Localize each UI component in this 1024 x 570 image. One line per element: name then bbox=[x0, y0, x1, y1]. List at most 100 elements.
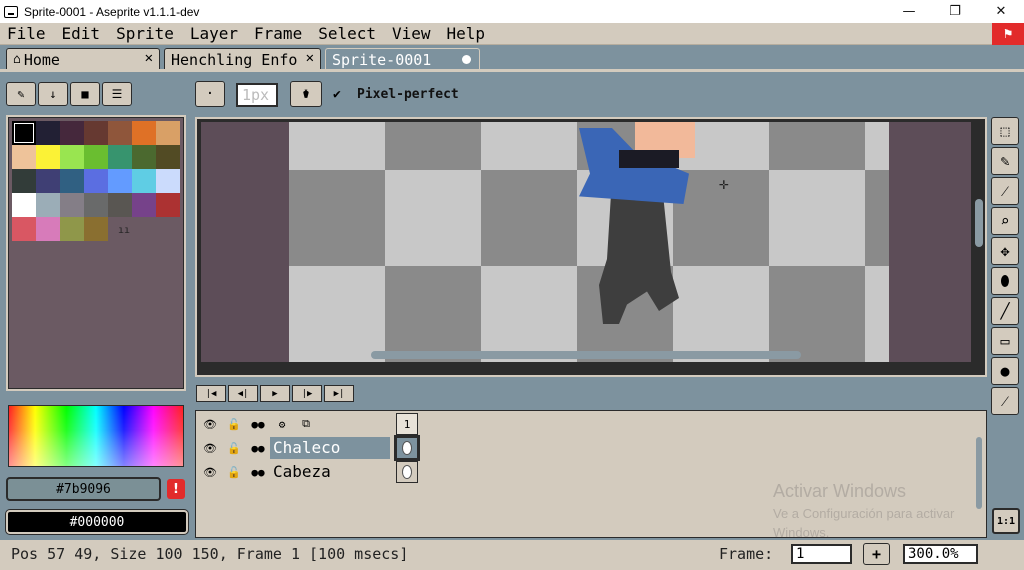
timeline-scrollbar[interactable] bbox=[976, 437, 982, 509]
line-tool[interactable]: ╱ bbox=[991, 297, 1019, 325]
canvas-area[interactable]: ✛ bbox=[201, 122, 971, 362]
lock-icon[interactable]: 🔓 bbox=[222, 413, 246, 435]
edit-palette-button[interactable]: ✎ bbox=[6, 82, 36, 106]
palette-swatch[interactable] bbox=[84, 169, 108, 193]
sort-palette-button[interactable]: ↓ bbox=[38, 82, 68, 106]
sprite-editor[interactable]: ✛ bbox=[195, 117, 987, 377]
palette-swatch[interactable] bbox=[60, 217, 84, 241]
menu-sprite[interactable]: Sprite bbox=[108, 24, 182, 43]
palette-swatch[interactable] bbox=[60, 121, 84, 145]
one-to-one-button[interactable]: 1:1 bbox=[992, 508, 1020, 534]
horizontal-scrollbar[interactable] bbox=[371, 351, 801, 359]
color-spectrum[interactable] bbox=[8, 405, 184, 467]
foreground-color[interactable]: #7b9096 bbox=[6, 477, 161, 501]
new-frame-button[interactable]: + bbox=[863, 543, 890, 565]
palette-swatch[interactable] bbox=[36, 121, 60, 145]
zoom-tool[interactable]: ⌕ bbox=[991, 207, 1019, 235]
last-frame-button[interactable]: ▶| bbox=[324, 385, 354, 402]
ink-button[interactable]: ⚱ bbox=[290, 81, 322, 107]
fill-tool[interactable]: ⬮ bbox=[991, 267, 1019, 295]
gear-icon[interactable]: ⚙ bbox=[270, 413, 294, 435]
cel-chaleco-1[interactable] bbox=[394, 435, 420, 461]
layer-lock-icon[interactable]: 🔓 bbox=[222, 437, 246, 459]
blur-tool[interactable]: ● bbox=[991, 357, 1019, 385]
menu-edit[interactable]: Edit bbox=[54, 24, 109, 43]
menu-view[interactable]: View bbox=[384, 24, 439, 43]
background-color[interactable]: #000000 bbox=[6, 510, 188, 534]
palette-swatch[interactable] bbox=[36, 217, 60, 241]
move-tool[interactable]: ✥ bbox=[991, 237, 1019, 265]
palette-swatch[interactable] bbox=[60, 169, 84, 193]
menu-layer[interactable]: Layer bbox=[182, 24, 246, 43]
palette-swatch[interactable] bbox=[108, 193, 132, 217]
layer-continuous-icon[interactable]: ●● bbox=[246, 437, 270, 459]
palette-swatch[interactable] bbox=[84, 193, 108, 217]
palette-swatch[interactable] bbox=[12, 145, 36, 169]
menu-help[interactable]: Help bbox=[439, 24, 494, 43]
palette-swatch[interactable] bbox=[12, 121, 36, 145]
palette-swatch[interactable] bbox=[132, 169, 156, 193]
palette-swatch[interactable] bbox=[132, 193, 156, 217]
zoom-input[interactable]: 300.0% bbox=[903, 544, 978, 564]
marquee-tool[interactable]: ⬚ bbox=[991, 117, 1019, 145]
palette-swatch[interactable] bbox=[132, 145, 156, 169]
play-button[interactable]: ▶ bbox=[260, 385, 290, 402]
layer-row-chaleco[interactable]: 👁 🔓 ●● Chaleco bbox=[198, 436, 390, 460]
layer-row-cabeza[interactable]: 👁 🔓 ●● Cabeza bbox=[198, 460, 390, 484]
palette-swatch[interactable] bbox=[84, 145, 108, 169]
options-button[interactable]: ☰ bbox=[102, 82, 132, 106]
tab-henchling[interactable]: Henchling Enfo ✕ bbox=[164, 48, 321, 70]
prev-frame-button[interactable]: ◀| bbox=[228, 385, 258, 402]
layer-continuous-icon[interactable]: ●● bbox=[246, 461, 270, 483]
layer-name[interactable]: Chaleco bbox=[270, 437, 390, 459]
palette-swatch[interactable] bbox=[36, 169, 60, 193]
pencil-tool[interactable]: ✎ bbox=[991, 147, 1019, 175]
frame-input[interactable]: 1 bbox=[791, 544, 852, 564]
warning-icon[interactable]: ! bbox=[167, 479, 185, 499]
vertical-scrollbar[interactable] bbox=[975, 199, 983, 247]
layer-name[interactable]: Cabeza bbox=[270, 461, 390, 483]
palette-swatch[interactable] bbox=[12, 193, 36, 217]
brush-type-button[interactable]: · bbox=[195, 81, 225, 107]
palette-swatch[interactable] bbox=[60, 145, 84, 169]
onion-skin-icon[interactable]: ⧉ bbox=[294, 413, 318, 435]
palette-swatch[interactable] bbox=[60, 193, 84, 217]
layer-visibility-icon[interactable]: 👁 bbox=[198, 461, 222, 483]
tab-home-close-icon[interactable]: ✕ bbox=[145, 50, 153, 66]
cel-cabeza-1[interactable] bbox=[396, 461, 418, 483]
unsaved-dot-icon[interactable] bbox=[462, 55, 471, 64]
menu-file[interactable]: File bbox=[0, 24, 54, 43]
menu-select[interactable]: Select bbox=[310, 24, 384, 43]
pixel-perfect-checkbox[interactable]: ✔ bbox=[333, 87, 341, 102]
presets-button[interactable]: ■ bbox=[70, 82, 100, 106]
rectangle-tool[interactable]: ▭ bbox=[991, 327, 1019, 355]
palette-swatch[interactable] bbox=[156, 169, 180, 193]
maximize-button[interactable]: ❐ bbox=[932, 0, 978, 23]
palette-resize-icon[interactable]: ıı bbox=[118, 225, 130, 236]
layer-lock-icon[interactable]: 🔓 bbox=[222, 461, 246, 483]
palette-swatch[interactable] bbox=[108, 121, 132, 145]
palette-swatch[interactable] bbox=[108, 145, 132, 169]
palette-swatch[interactable] bbox=[36, 145, 60, 169]
canvas-checkerboard[interactable]: ✛ bbox=[289, 122, 889, 362]
next-frame-button[interactable]: |▶ bbox=[292, 385, 322, 402]
tab-henchling-close-icon[interactable]: ✕ bbox=[306, 50, 314, 66]
layer-visibility-icon[interactable]: 👁 bbox=[198, 437, 222, 459]
spray-tool[interactable]: ⁄ bbox=[991, 387, 1019, 415]
first-frame-button[interactable]: |◀ bbox=[196, 385, 226, 402]
continuous-icon[interactable]: ●● bbox=[246, 413, 270, 435]
eyedropper-tool[interactable]: ⁄ bbox=[991, 177, 1019, 205]
notifications-flag-icon[interactable]: ⚑ bbox=[992, 23, 1024, 45]
palette-swatch[interactable] bbox=[12, 217, 36, 241]
palette-swatch[interactable] bbox=[84, 121, 108, 145]
tab-home[interactable]: ⌂ Home ✕ bbox=[6, 48, 160, 70]
minimize-button[interactable]: — bbox=[886, 0, 932, 23]
palette-swatch[interactable] bbox=[156, 121, 180, 145]
tab-sprite[interactable]: Sprite-0001 bbox=[325, 48, 480, 70]
palette-swatch[interactable] bbox=[156, 145, 180, 169]
palette-swatch[interactable] bbox=[132, 121, 156, 145]
frame-header[interactable]: 1 bbox=[396, 413, 418, 435]
visibility-icon[interactable]: 👁 bbox=[198, 413, 222, 435]
palette-swatch[interactable] bbox=[156, 193, 180, 217]
menu-frame[interactable]: Frame bbox=[246, 24, 310, 43]
